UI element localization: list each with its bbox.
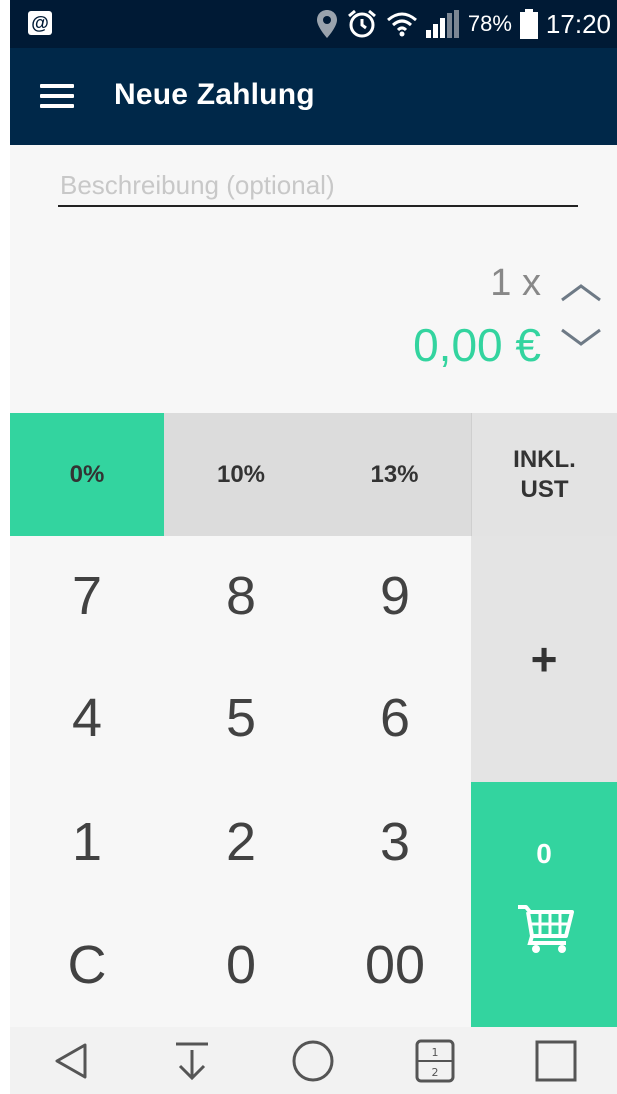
quantity-label: 1 x <box>490 262 541 304</box>
key-0[interactable]: 0 <box>164 905 318 1025</box>
tax-option-10[interactable]: 10% <box>164 413 318 536</box>
key-4[interactable]: 4 <box>10 658 164 778</box>
key-clear[interactable]: C <box>10 905 164 1025</box>
system-nav-bar: 12 <box>10 1027 617 1094</box>
key-2[interactable]: 2 <box>164 782 318 902</box>
page-title: Neue Zahlung <box>114 78 315 111</box>
dual-window-icon[interactable]: 12 <box>405 1033 465 1089</box>
signal-icon <box>425 10 460 38</box>
home-icon[interactable] <box>283 1033 343 1089</box>
location-icon <box>316 9 338 39</box>
battery-percent: 78% <box>467 11 512 36</box>
tax-rate-selector: 0% 10% 13% INKL. UST <box>10 413 617 536</box>
quantity-up-button[interactable] <box>559 277 603 307</box>
tax-option-13[interactable]: 13% <box>318 413 471 536</box>
app-bar: Neue Zahlung <box>10 48 617 145</box>
key-9[interactable]: 9 <box>318 536 472 656</box>
key-8[interactable]: 8 <box>164 536 318 656</box>
notification-pulldown-icon[interactable] <box>162 1033 222 1089</box>
amount-display: 0,00 € <box>413 319 541 371</box>
cart-count-badge: 0 <box>536 838 552 869</box>
description-input[interactable] <box>58 165 578 207</box>
key-6[interactable]: 6 <box>318 658 472 778</box>
alarm-icon <box>346 8 378 40</box>
key-1[interactable]: 1 <box>10 782 164 902</box>
clock: 17:20 <box>545 8 611 39</box>
svg-text:1: 1 <box>431 1046 438 1059</box>
quantity-down-button[interactable] <box>559 322 603 352</box>
recent-apps-icon[interactable] <box>526 1033 586 1089</box>
chevron-down-icon <box>561 328 601 346</box>
tax-mode-toggle[interactable]: INKL. UST <box>471 413 617 536</box>
battery-icon <box>519 9 538 39</box>
email-notification-icon: @ <box>28 11 52 35</box>
key-7[interactable]: 7 <box>10 536 164 656</box>
phone-screen: @ 78% 17:20 Neue Zahlung Beschreibung (o… <box>10 0 617 1094</box>
shopping-cart-icon <box>518 905 574 953</box>
key-00[interactable]: 00 <box>318 905 472 1025</box>
cart-button[interactable]: 0 <box>471 782 617 1027</box>
chevron-up-icon <box>561 284 601 302</box>
hamburger-menu-icon[interactable] <box>38 78 78 114</box>
svg-text:2: 2 <box>431 1066 438 1079</box>
back-icon[interactable] <box>41 1033 101 1089</box>
status-bar: @ 78% 17:20 <box>10 0 617 48</box>
add-item-button[interactable]: + <box>471 536 617 782</box>
key-3[interactable]: 3 <box>318 782 472 902</box>
tax-option-0[interactable]: 0% <box>10 413 164 536</box>
key-5[interactable]: 5 <box>164 658 318 778</box>
wifi-icon <box>386 11 418 37</box>
